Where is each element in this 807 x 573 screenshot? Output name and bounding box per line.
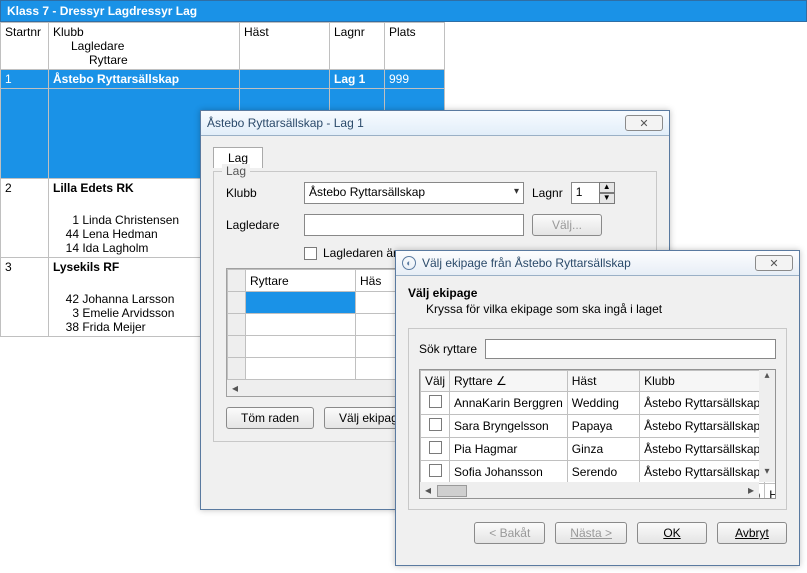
pick-ekipage-dialog: ◐ Välj ekipage från Åstebo Ryttarsällska… xyxy=(395,250,800,566)
app-icon: ◐ xyxy=(402,256,416,270)
ekipage-row[interactable]: Pia HagmarGinzaÅstebo RyttarsällskapH xyxy=(421,438,777,461)
row-klubb: Åstebo Ryttarsällskap xyxy=(640,438,765,461)
row-checkbox[interactable] xyxy=(429,441,442,454)
col-klubb[interactable]: Klubb xyxy=(640,371,765,392)
col-lagledare: Lagledare xyxy=(53,39,235,53)
col-hast[interactable]: Häst xyxy=(240,23,330,70)
col-startnr[interactable]: Startnr xyxy=(1,23,49,70)
next-button[interactable]: Nästa > xyxy=(555,522,627,544)
lagledare-input[interactable] xyxy=(304,214,524,236)
hast-cell xyxy=(240,70,330,89)
class-header: Klass 7 - Dressyr Lagdressyr Lag xyxy=(0,0,807,22)
class-row[interactable]: 1Åstebo Ryttarsällskap Lag 1999 xyxy=(1,70,445,89)
startnr-cell: 3 xyxy=(1,258,49,337)
lagledare-label: Lagledare xyxy=(226,218,296,232)
col-valj[interactable]: Välj xyxy=(421,371,450,392)
scroll-down-icon[interactable]: ▾ xyxy=(759,466,775,482)
row-checkbox[interactable] xyxy=(429,464,442,477)
row-checkbox[interactable] xyxy=(429,418,442,431)
grid2-vscroll[interactable]: ▴ ▾ xyxy=(759,370,775,482)
col-ryttare[interactable]: Ryttare ∠ xyxy=(450,371,568,392)
col-klubb: Klubb xyxy=(53,25,84,39)
row-k: H xyxy=(765,484,776,500)
startnr-cell: 1 xyxy=(1,70,49,89)
ekipage-grid[interactable]: Välj Ryttare ∠ Häst Klubb K AnnaKarin Be… xyxy=(419,369,776,499)
row-hast: Ginza xyxy=(567,438,639,461)
klubb-cell: Åstebo Ryttarsällskap xyxy=(49,70,240,89)
klubb-label: Klubb xyxy=(226,186,296,200)
ekipage-row[interactable]: Sofia JohanssonSerendoÅstebo Ryttarsälls… xyxy=(421,461,777,484)
grid1-rowhdr xyxy=(228,270,246,292)
col-ryttare: Ryttare xyxy=(53,53,235,67)
wizard-panel: Sök ryttare Välj Ryttare ∠ Häst Klubb K xyxy=(408,328,787,510)
valj-lagledare-button[interactable]: Välj... xyxy=(532,214,602,236)
col-lagnr[interactable]: Lagnr xyxy=(330,23,385,70)
lagledaren-checkbox[interactable] xyxy=(304,247,317,260)
row-hast: Papaya xyxy=(567,415,639,438)
ekipage-row[interactable]: Sara BryngelssonPapayaÅstebo Ryttarsälls… xyxy=(421,415,777,438)
spinner-up-icon[interactable]: ▲ xyxy=(599,182,615,193)
lag-legend: Lag xyxy=(222,164,250,178)
scroll-left-icon[interactable]: ◂ xyxy=(227,381,243,395)
lagnr-spinner[interactable]: 1 ▲ ▼ xyxy=(571,182,615,204)
team-dialog-titlebar[interactable]: Åstebo Ryttarsällskap - Lag 1 ✕ xyxy=(201,111,669,136)
pick-dialog-title: Välj ekipage från Åstebo Ryttarsällskap xyxy=(422,256,755,270)
cancel-button[interactable]: Avbryt xyxy=(717,522,787,544)
tom-raden-button[interactable]: Töm raden xyxy=(226,407,314,429)
row-klubb: Åstebo Ryttarsällskap xyxy=(640,415,765,438)
startnr-cell: 2 xyxy=(1,179,49,258)
row-ryttare: Sara Bryngelsson xyxy=(450,415,568,438)
close-icon[interactable]: ✕ xyxy=(755,255,793,271)
grid1-col-ryttare[interactable]: Ryttare xyxy=(246,270,356,292)
ekipage-row[interactable]: AnnaKarin BerggrenWeddingÅstebo Ryttarsä… xyxy=(421,392,777,415)
ok-button[interactable]: OK xyxy=(637,522,707,544)
row-hast: Wedding xyxy=(567,392,639,415)
scroll-up-icon[interactable]: ▴ xyxy=(759,370,775,386)
back-button[interactable]: < Bakåt xyxy=(474,522,545,544)
close-icon[interactable]: ✕ xyxy=(625,115,663,131)
spinner-down-icon[interactable]: ▼ xyxy=(599,193,615,204)
lagnr-label: Lagnr xyxy=(532,186,563,200)
scroll-left-icon[interactable]: ◂ xyxy=(420,483,436,497)
wizard-subtitle: Kryssa för vilka ekipage som ska ingå i … xyxy=(426,302,787,316)
row-klubb: Åstebo Ryttarsällskap xyxy=(640,392,765,415)
search-input[interactable] xyxy=(485,339,776,359)
plats-cell: 999 xyxy=(385,70,445,89)
row-checkbox[interactable] xyxy=(429,395,442,408)
wizard-heading: Välj ekipage xyxy=(408,286,787,300)
search-label: Sök ryttare xyxy=(419,342,477,356)
col-klubb-stack[interactable]: Klubb Lagledare Ryttare xyxy=(49,23,240,70)
klubb-combo[interactable]: Åstebo Ryttarsällskap xyxy=(304,182,524,204)
pick-dialog-titlebar[interactable]: ◐ Välj ekipage från Åstebo Ryttarsällska… xyxy=(396,251,799,276)
lagnr-cell: Lag 1 xyxy=(330,70,385,89)
lagledaren-label: Lagledaren är xyxy=(323,246,397,260)
row-ryttare: Sofia Johansson xyxy=(450,461,568,484)
grid2-hscroll[interactable]: ◂ ▸ xyxy=(420,482,759,498)
scroll-right-icon[interactable]: ▸ xyxy=(743,483,759,497)
row-hast: Serendo xyxy=(567,461,639,484)
team-dialog-title: Åstebo Ryttarsällskap - Lag 1 xyxy=(207,116,625,130)
row-klubb: Åstebo Ryttarsällskap xyxy=(640,461,765,484)
row-ryttare: AnnaKarin Berggren xyxy=(450,392,568,415)
col-plats[interactable]: Plats xyxy=(385,23,445,70)
lagnr-value[interactable]: 1 xyxy=(571,182,599,204)
col-hast[interactable]: Häst xyxy=(567,371,639,392)
grid1-selected-cell[interactable] xyxy=(246,292,356,314)
row-ryttare: Pia Hagmar xyxy=(450,438,568,461)
